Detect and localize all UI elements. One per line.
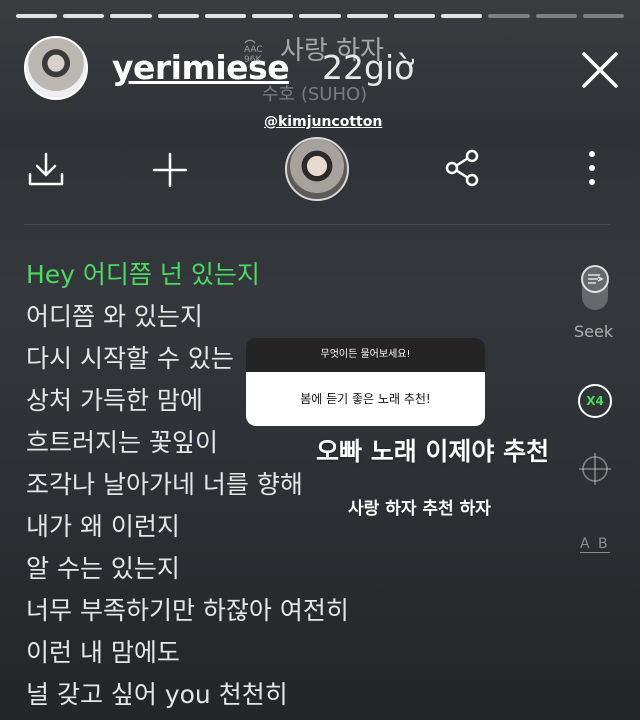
- lyric-line[interactable]: 이런 내 맘에도: [26, 632, 349, 674]
- lyric-line-active[interactable]: Hey 어디쯤 넌 있는지: [26, 254, 349, 296]
- download-icon[interactable]: [22, 146, 70, 194]
- song-artist: 수호 (SUHO): [262, 84, 368, 105]
- progress-segment: [488, 14, 530, 18]
- progress-segment: [63, 14, 105, 18]
- profile-avatar[interactable]: [24, 36, 88, 100]
- progress-segment: [252, 14, 294, 18]
- question-answer: 봄에 듣기 좋은 노래 추천!: [246, 372, 485, 426]
- progress-segment: [441, 14, 483, 18]
- text-sticker-main: 오빠 노래 이제야 추천: [316, 437, 550, 466]
- progress-segment: [299, 14, 341, 18]
- bitrate-label: 96K: [244, 55, 262, 65]
- lyric-line[interactable]: 내가 왜 이런지: [26, 506, 349, 548]
- progress-segment: [157, 14, 199, 18]
- crosshair-icon[interactable]: [578, 452, 612, 486]
- seek-label: Seek: [574, 322, 614, 341]
- progress-segment: [204, 14, 247, 18]
- progress-segment: [110, 14, 152, 18]
- signal-icon: [244, 39, 256, 44]
- progress-segment: [346, 14, 388, 18]
- share-icon[interactable]: [438, 144, 486, 192]
- question-sticker: 무엇이든 물어보세요! 봄에 듣기 좋은 노래 추천!: [246, 338, 485, 426]
- progress-segment: [16, 14, 58, 18]
- question-prompt: 무엇이든 물어보세요!: [246, 338, 485, 372]
- more-vertical-icon[interactable]: [568, 144, 616, 192]
- header-divider: [24, 224, 610, 225]
- plus-icon[interactable]: [146, 146, 194, 194]
- text-sticker-sub: 사랑 하자 추천 하자: [348, 499, 491, 519]
- lyrics-list: Hey 어디쯤 넌 있는지 어디쯤 와 있는지 다시 시작할 수 있는 상처 가득한 …: [26, 254, 349, 716]
- lyric-line[interactable]: 흐트러지는 꽃잎이: [26, 422, 349, 464]
- story-progress-bar: [16, 14, 625, 18]
- lyric-line[interactable]: 조각나 날아가네 너를 향해: [26, 464, 349, 506]
- codec-label: AAC: [244, 45, 263, 55]
- lyric-line[interactable]: 어디쯤 와 있는지: [26, 296, 349, 338]
- lyric-line[interactable]: 알 수는 있는지: [26, 548, 349, 590]
- mention-tag[interactable]: @kimjuncotton: [264, 114, 382, 130]
- lyric-line[interactable]: 널 갖고 싶어 you 천천히: [26, 674, 349, 716]
- artist-thumbnail[interactable]: [285, 137, 349, 201]
- seek-toggle-icon[interactable]: [576, 262, 614, 314]
- progress-segment: [393, 14, 436, 18]
- audio-quality-badge: AAC 96K: [244, 36, 263, 65]
- song-title: 사랑 하자: [280, 36, 384, 66]
- speed-x4-button[interactable]: X4: [578, 384, 612, 418]
- close-icon[interactable]: [580, 50, 620, 90]
- progress-segment: [582, 14, 625, 18]
- lyric-line[interactable]: 너무 부족하기만 하잖아 여전히: [26, 590, 349, 632]
- progress-segment: [535, 14, 577, 18]
- ab-repeat-button[interactable]: A B: [580, 536, 610, 553]
